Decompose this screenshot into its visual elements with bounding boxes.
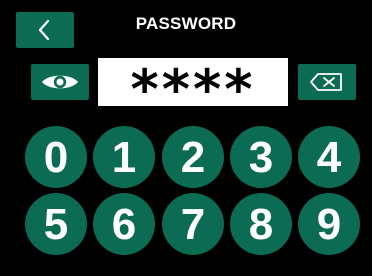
page-title: PASSWORD	[135, 14, 237, 33]
digit-key-8[interactable]: 8	[230, 193, 292, 255]
back-button[interactable]	[16, 12, 74, 48]
digit-key-0[interactable]: 0	[25, 126, 87, 188]
digit-label: 3	[248, 133, 274, 182]
password-field[interactable]: ****	[98, 58, 288, 106]
digit-label: 7	[180, 200, 206, 249]
digit-key-3[interactable]: 3	[230, 126, 292, 188]
digit-key-1[interactable]: 1	[93, 126, 155, 188]
digit-key-7[interactable]: 7	[162, 193, 224, 255]
digit-label: 0	[43, 133, 69, 182]
password-value: ****	[130, 58, 256, 107]
digit-label: 2	[180, 133, 206, 182]
eye-icon	[39, 71, 81, 93]
password-screen: PASSWORD **** 0 1 2 3 4 5 6 7 8 9	[0, 0, 372, 276]
digit-key-9[interactable]: 9	[298, 193, 360, 255]
toggle-password-visibility-button[interactable]	[31, 64, 89, 100]
digit-label: 4	[316, 133, 342, 182]
backspace-icon	[308, 70, 346, 94]
digit-key-6[interactable]: 6	[93, 193, 155, 255]
digit-label: 8	[248, 200, 274, 249]
digit-label: 1	[111, 133, 137, 182]
digit-key-5[interactable]: 5	[25, 193, 87, 255]
digit-label: 9	[316, 200, 342, 249]
digit-label: 5	[43, 200, 69, 249]
backspace-button[interactable]	[298, 64, 356, 100]
digit-label: 6	[111, 200, 137, 249]
digit-key-4[interactable]: 4	[298, 126, 360, 188]
chevron-left-icon	[36, 19, 54, 41]
digit-key-2[interactable]: 2	[162, 126, 224, 188]
